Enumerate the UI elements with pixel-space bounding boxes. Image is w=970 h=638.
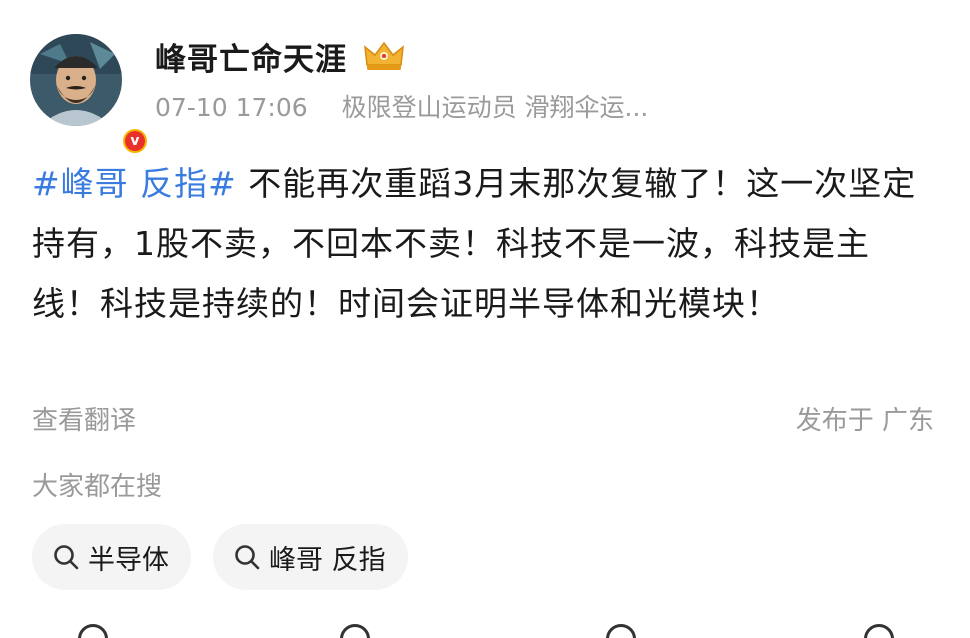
related-search-title: 大家都在搜 <box>32 472 163 502</box>
crown-icon[interactable] <box>363 39 405 73</box>
author-row: 峰哥亡命天涯 <box>155 34 405 79</box>
avatar[interactable]: v <box>30 34 150 156</box>
author-bio[interactable]: 极限登山运动员 滑翔伞运... <box>342 93 649 122</box>
search-chip-label: 半导体 <box>88 544 169 576</box>
like-icon[interactable] <box>864 624 894 638</box>
post-time: 07-10 17:06 <box>155 93 308 122</box>
repost-icon[interactable] <box>606 624 636 638</box>
search-chip-label: 峰哥 反指 <box>269 544 386 576</box>
verified-badge: v <box>120 126 150 156</box>
verified-v-icon: v <box>125 131 145 151</box>
share-icon[interactable] <box>78 624 108 638</box>
post-meta: 07-10 17:06 极限登山运动员 滑翔伞运... <box>155 88 648 124</box>
action-bar <box>0 624 970 638</box>
post-content: #峰哥 反指# 不能再次重蹈3月末那次复辙了！这一次坚定持有，1股不卖，不回本不… <box>32 154 937 334</box>
author-name[interactable]: 峰哥亡命天涯 <box>155 34 347 79</box>
search-icon <box>235 545 260 570</box>
search-chip[interactable]: 半导体 <box>32 524 191 590</box>
hashtag-link[interactable]: #峰哥 反指# <box>32 164 237 203</box>
search-icon <box>54 545 79 570</box>
bearded-man-avatar-icon <box>30 34 122 126</box>
related-search-chips: 半导体 峰哥 反指 <box>32 524 430 590</box>
search-chip[interactable]: 峰哥 反指 <box>213 524 408 590</box>
location-label: 发布于 广东 <box>795 406 934 436</box>
weibo-post-page: v 峰哥亡命天涯 07-10 17:06 极限登山运动员 滑翔伞运... #峰哥… <box>0 0 970 638</box>
comment-icon[interactable] <box>340 624 370 638</box>
translate-link[interactable]: 查看翻译 <box>32 400 136 437</box>
